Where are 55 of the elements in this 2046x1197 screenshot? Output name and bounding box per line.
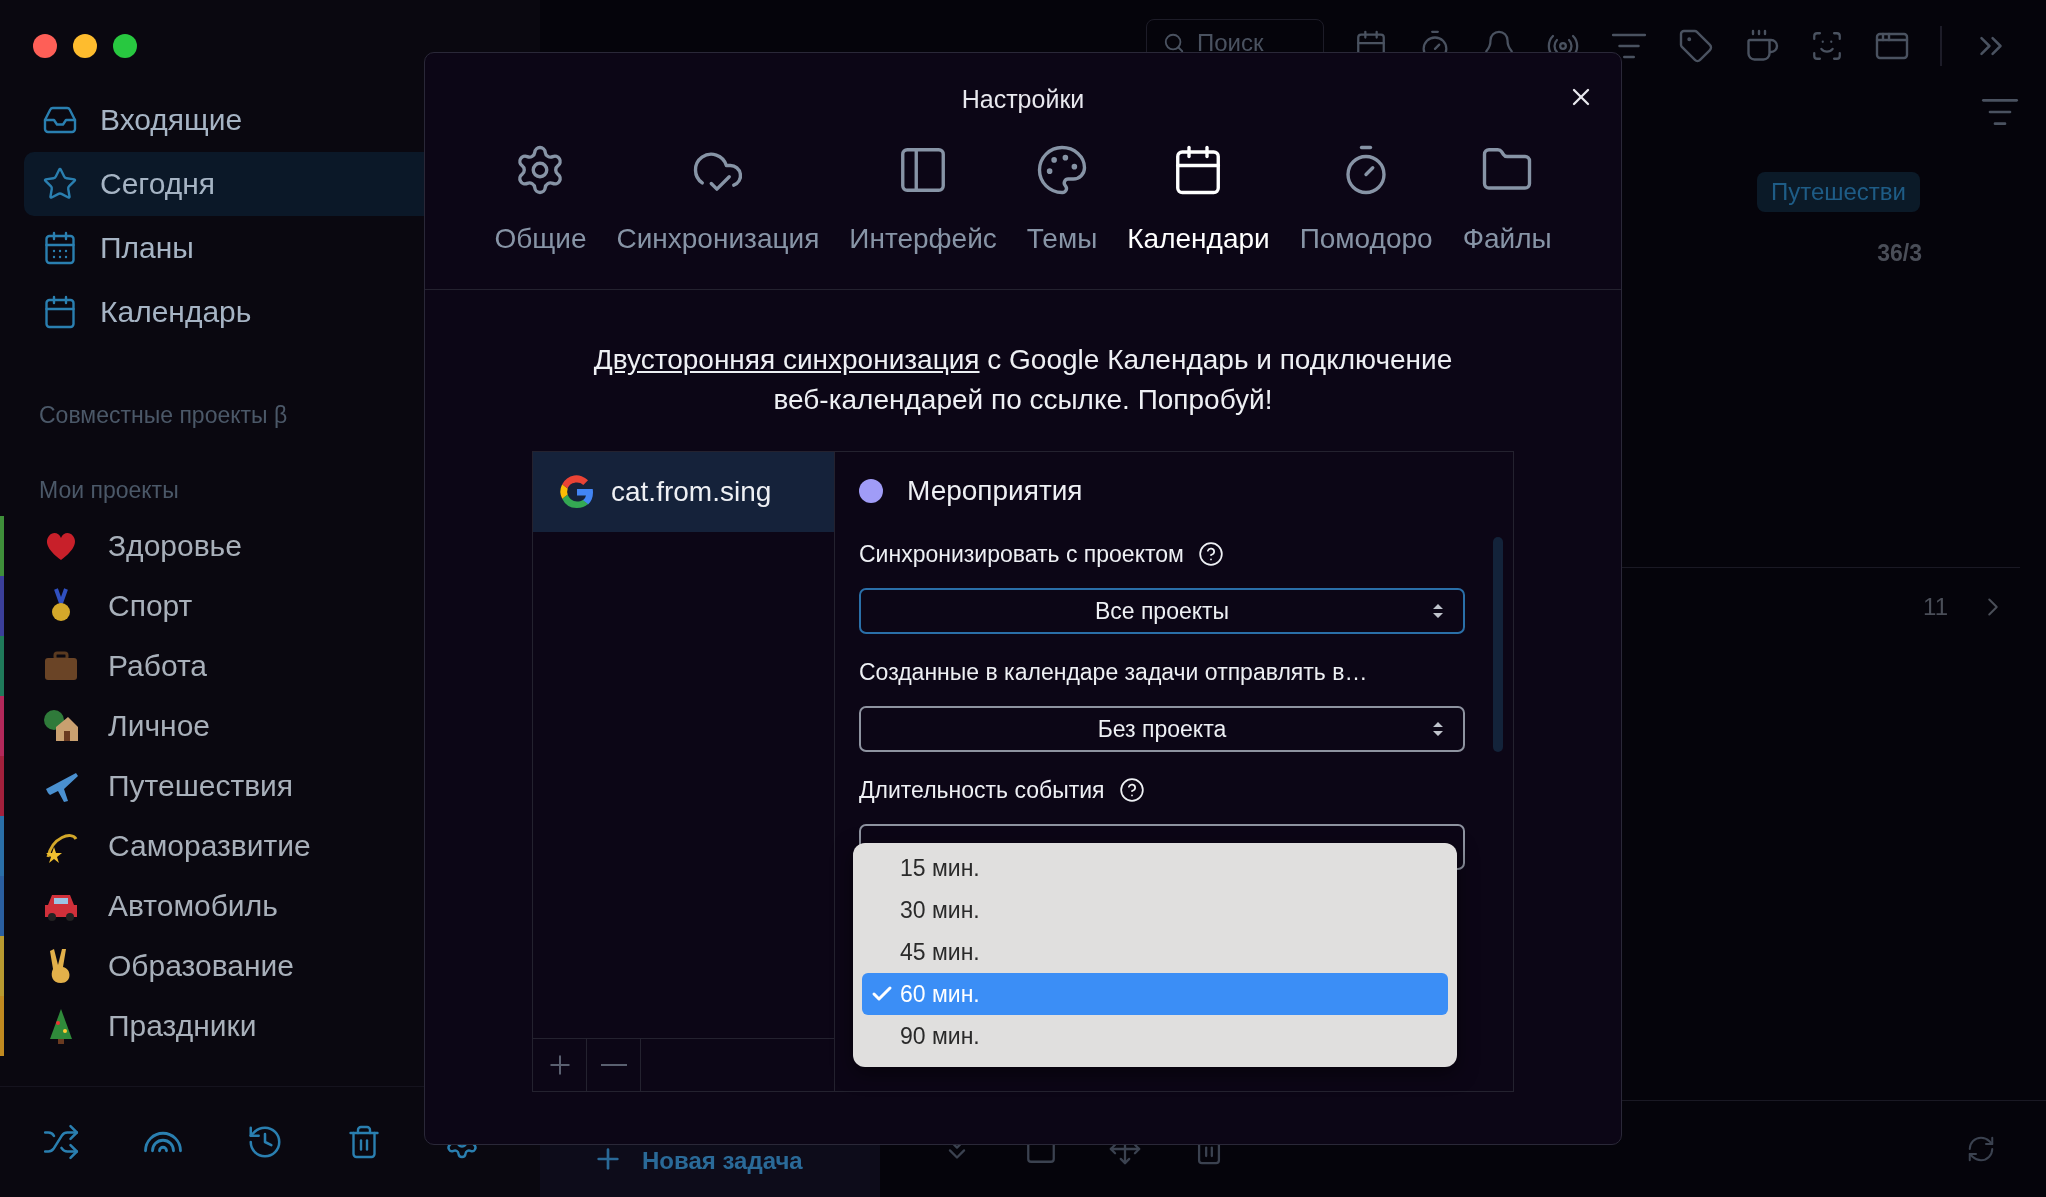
- updown-icon: [1433, 722, 1443, 736]
- help-icon[interactable]: [1197, 541, 1224, 567]
- shuffle-icon[interactable]: [42, 1123, 80, 1161]
- field-label: Созданные в календаре задачи отправлять в…: [859, 658, 1368, 686]
- menu-option[interactable]: 45 мин.: [862, 931, 1448, 973]
- sync-icon[interactable]: [1966, 1134, 1996, 1164]
- section-heading: Мои проекты: [38, 477, 180, 504]
- tag-icon[interactable]: [1678, 28, 1714, 64]
- minus-icon: [600, 1064, 627, 1066]
- sidebar-item[interactable]: Календарь: [24, 280, 540, 344]
- project-item[interactable]: Автомобиль: [108, 889, 278, 923]
- sync-link[interactable]: Двусторонняя синхронизация: [593, 344, 980, 375]
- zoom-window-button[interactable]: [113, 34, 137, 58]
- field-label: Синхронизировать с проектом: [859, 540, 1184, 568]
- project-item[interactable]: Праздники: [108, 1009, 257, 1043]
- project-item[interactable]: Образование: [108, 949, 294, 983]
- settings-tab[interactable]: Темы: [1026, 143, 1098, 255]
- select-field[interactable]: Без проекта: [859, 706, 1465, 752]
- trash-icon[interactable]: [346, 1124, 382, 1160]
- dialog-title: Настройки: [961, 84, 1085, 114]
- task-count: 36/3: [1877, 240, 1922, 267]
- section-heading: Совместные проекты β: [38, 402, 289, 429]
- project-tag: Путешестви: [1756, 172, 1920, 212]
- project-item[interactable]: Личное: [108, 709, 210, 743]
- day-number: 11: [1923, 593, 1948, 621]
- close-window-button[interactable]: [33, 34, 57, 58]
- search-input[interactable]: Поиск: [1195, 28, 1309, 58]
- cup-icon[interactable]: [1744, 28, 1780, 64]
- calendar-name: Мероприятия: [907, 475, 1083, 507]
- select-field[interactable]: Все проекты: [859, 588, 1465, 634]
- settings-tab[interactable]: Синхронизация: [616, 143, 820, 255]
- settings-tab[interactable]: Файлы: [1462, 143, 1552, 255]
- search-icon: [1163, 32, 1185, 54]
- account-item[interactable]: cat.from.sing: [533, 452, 834, 532]
- menu-option[interactable]: 30 мин.: [862, 889, 1448, 931]
- project-item[interactable]: Саморазвитие: [108, 829, 311, 863]
- scrollbar[interactable]: [1493, 537, 1503, 752]
- star-icon: [42, 166, 78, 202]
- settings-tab[interactable]: Календари: [1127, 143, 1270, 255]
- promo-text: Двусторонняя синхронизация с Google Календарь и подключение веб-календарей по ссылке. Попробуй!: [592, 343, 1454, 417]
- updown-icon: [1433, 604, 1443, 618]
- settings-tab[interactable]: Помодоро: [1299, 143, 1433, 255]
- project-item[interactable]: Работа: [108, 649, 207, 683]
- field-label: Длительность события: [859, 776, 1105, 804]
- project-item[interactable]: Спорт: [108, 589, 193, 623]
- menu-option[interactable]: 90 мин.: [862, 1015, 1448, 1057]
- help-icon[interactable]: [1118, 777, 1145, 803]
- project-item[interactable]: Здоровье: [108, 529, 242, 563]
- calendar-grid-icon: [42, 294, 78, 330]
- scan-icon[interactable]: [1810, 29, 1844, 63]
- project-item[interactable]: Путешествия: [108, 769, 294, 803]
- calendar-icon: [42, 230, 78, 266]
- menu-option[interactable]: 15 мин.: [862, 847, 1448, 889]
- settings-tab[interactable]: Интерфейс: [849, 143, 997, 255]
- minimize-window-button[interactable]: [73, 34, 97, 58]
